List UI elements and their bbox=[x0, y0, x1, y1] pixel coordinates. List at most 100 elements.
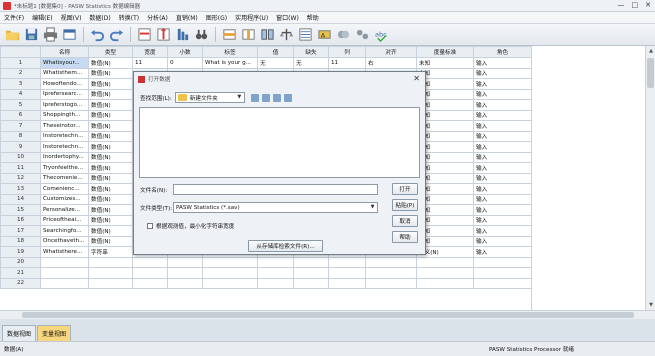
measure-cell[interactable]: 未知 bbox=[416, 57, 474, 69]
row-number[interactable]: 10 bbox=[0, 151, 41, 163]
tab-variable-view[interactable]: 变量视图 bbox=[37, 325, 72, 341]
name-cell[interactable]: Oncethaveth... bbox=[40, 235, 89, 247]
label-cell[interactable] bbox=[202, 277, 258, 289]
new-folder-icon[interactable] bbox=[261, 93, 270, 102]
columns-cell[interactable]: 11 bbox=[328, 57, 366, 69]
open-button[interactable]: 打开 bbox=[392, 183, 418, 195]
table-row[interactable]: 21 bbox=[0, 267, 532, 279]
type-cell[interactable]: 数值(N) bbox=[88, 120, 133, 132]
decimals-cell[interactable]: 0 bbox=[167, 57, 203, 69]
vertical-scroll-thumb[interactable] bbox=[647, 58, 654, 88]
type-cell[interactable] bbox=[88, 256, 133, 268]
undo-icon[interactable] bbox=[89, 26, 106, 43]
role-cell[interactable]: 输入 bbox=[473, 183, 532, 195]
type-cell[interactable]: 数值(N) bbox=[88, 204, 133, 216]
missing-cell[interactable]: 无 bbox=[293, 57, 329, 69]
type-cell[interactable]: 数值(N) bbox=[88, 151, 133, 163]
horizontal-scroll-thumb[interactable] bbox=[22, 312, 634, 318]
row-number[interactable]: 19 bbox=[0, 246, 41, 258]
column-header[interactable]: 类型 bbox=[88, 46, 133, 58]
menu-data[interactable]: 数据(D) bbox=[89, 13, 110, 22]
name-cell[interactable]: Searchingfo... bbox=[40, 225, 89, 237]
label-cell[interactable] bbox=[202, 267, 258, 279]
columns-cell[interactable] bbox=[328, 267, 366, 279]
role-cell[interactable]: 输入 bbox=[473, 67, 532, 79]
type-cell[interactable]: 数值(N) bbox=[88, 214, 133, 226]
variables-icon[interactable] bbox=[174, 26, 191, 43]
row-number[interactable]: 8 bbox=[0, 130, 41, 142]
use-sets-icon[interactable] bbox=[335, 26, 352, 43]
column-header[interactable]: 对齐 bbox=[365, 46, 417, 58]
file-list[interactable] bbox=[139, 107, 420, 178]
type-cell[interactable]: 数值(N) bbox=[88, 141, 133, 153]
width-cell[interactable]: 11 bbox=[132, 57, 168, 69]
row-number[interactable]: 9 bbox=[0, 141, 41, 153]
role-cell[interactable]: 输入 bbox=[473, 162, 532, 174]
column-header[interactable]: 列 bbox=[328, 46, 366, 58]
row-number[interactable]: 15 bbox=[0, 204, 41, 216]
name-cell[interactable]: Personalize... bbox=[40, 204, 89, 216]
row-number[interactable]: 5 bbox=[0, 99, 41, 111]
type-cell[interactable] bbox=[88, 277, 133, 289]
decimals-cell[interactable] bbox=[167, 256, 203, 268]
minimize-width-checkbox[interactable]: 根据观测值，最小化字符串宽度 bbox=[147, 222, 234, 230]
role-cell[interactable]: 输入 bbox=[473, 172, 532, 184]
menu-view[interactable]: 视图(V) bbox=[61, 13, 82, 22]
dialog-recall-icon[interactable] bbox=[61, 26, 78, 43]
spell-icon[interactable]: abc bbox=[373, 26, 390, 43]
type-cell[interactable]: 数值(N) bbox=[88, 88, 133, 100]
name-cell[interactable]: Customizes... bbox=[40, 193, 89, 205]
column-header[interactable]: 名称 bbox=[40, 46, 89, 58]
column-header[interactable]: 标签 bbox=[202, 46, 258, 58]
help-button[interactable]: 帮助 bbox=[392, 231, 418, 243]
type-cell[interactable]: 数值(N) bbox=[88, 99, 133, 111]
column-header[interactable]: 角色 bbox=[473, 46, 532, 58]
name-cell[interactable]: Iprefersearc... bbox=[40, 88, 89, 100]
values-cell[interactable]: 无 bbox=[257, 57, 294, 69]
type-cell[interactable]: 数值(N) bbox=[88, 57, 133, 69]
table-row[interactable]: 22 bbox=[0, 277, 532, 289]
row-number[interactable]: 17 bbox=[0, 225, 41, 237]
type-cell[interactable] bbox=[88, 267, 133, 279]
type-cell[interactable]: 数值(N) bbox=[88, 162, 133, 174]
up-folder-icon[interactable] bbox=[250, 93, 259, 102]
row-number[interactable]: 12 bbox=[0, 172, 41, 184]
redo-icon[interactable] bbox=[108, 26, 125, 43]
dialog-close-icon[interactable]: ✕ bbox=[413, 74, 420, 83]
width-cell[interactable] bbox=[132, 267, 168, 279]
menu-window[interactable]: 窗口(W) bbox=[276, 13, 299, 22]
row-number[interactable]: 20 bbox=[0, 256, 41, 268]
list-view-icon[interactable] bbox=[272, 93, 281, 102]
goto-variable-icon[interactable] bbox=[155, 26, 172, 43]
scroll-down-icon[interactable]: ▼ bbox=[646, 300, 655, 310]
measure-cell[interactable] bbox=[416, 277, 474, 289]
name-cell[interactable]: Shoppingth... bbox=[40, 109, 89, 121]
type-cell[interactable]: 数值(N) bbox=[88, 235, 133, 247]
goto-case-icon[interactable] bbox=[136, 26, 153, 43]
type-cell[interactable]: 数值(N) bbox=[88, 78, 133, 90]
paste-button[interactable]: 粘贴(P) bbox=[392, 199, 418, 211]
details-view-icon[interactable] bbox=[283, 93, 292, 102]
name-cell[interactable] bbox=[40, 277, 89, 289]
role-cell[interactable]: 输入 bbox=[473, 99, 532, 111]
column-header[interactable]: 小数 bbox=[167, 46, 203, 58]
row-number[interactable]: 18 bbox=[0, 235, 41, 247]
role-cell[interactable]: 输入 bbox=[473, 120, 532, 132]
value-labels-icon[interactable]: A bbox=[316, 26, 333, 43]
scroll-up-icon[interactable]: ▲ bbox=[646, 46, 655, 56]
row-number[interactable]: 4 bbox=[0, 88, 41, 100]
align-cell[interactable] bbox=[365, 256, 417, 268]
name-cell[interactable]: Tryonfeelthe... bbox=[40, 162, 89, 174]
menu-help[interactable]: 帮助 bbox=[307, 13, 319, 22]
name-cell[interactable]: Comenienc... bbox=[40, 183, 89, 195]
name-cell[interactable]: Instoretechn... bbox=[40, 130, 89, 142]
filetype-combo[interactable]: PASW Statistics (*.sav) ▼ bbox=[173, 202, 378, 213]
minimize-button[interactable]: — bbox=[618, 1, 625, 9]
retrieve-from-repository-button[interactable]: 从存储库检索文件(R)... bbox=[248, 240, 323, 252]
role-cell[interactable]: 输入 bbox=[473, 214, 532, 226]
print-icon[interactable] bbox=[42, 26, 59, 43]
type-cell[interactable]: 数值(N) bbox=[88, 172, 133, 184]
type-cell[interactable]: 字符串 bbox=[88, 246, 133, 258]
row-number[interactable]: 11 bbox=[0, 162, 41, 174]
width-cell[interactable] bbox=[132, 256, 168, 268]
